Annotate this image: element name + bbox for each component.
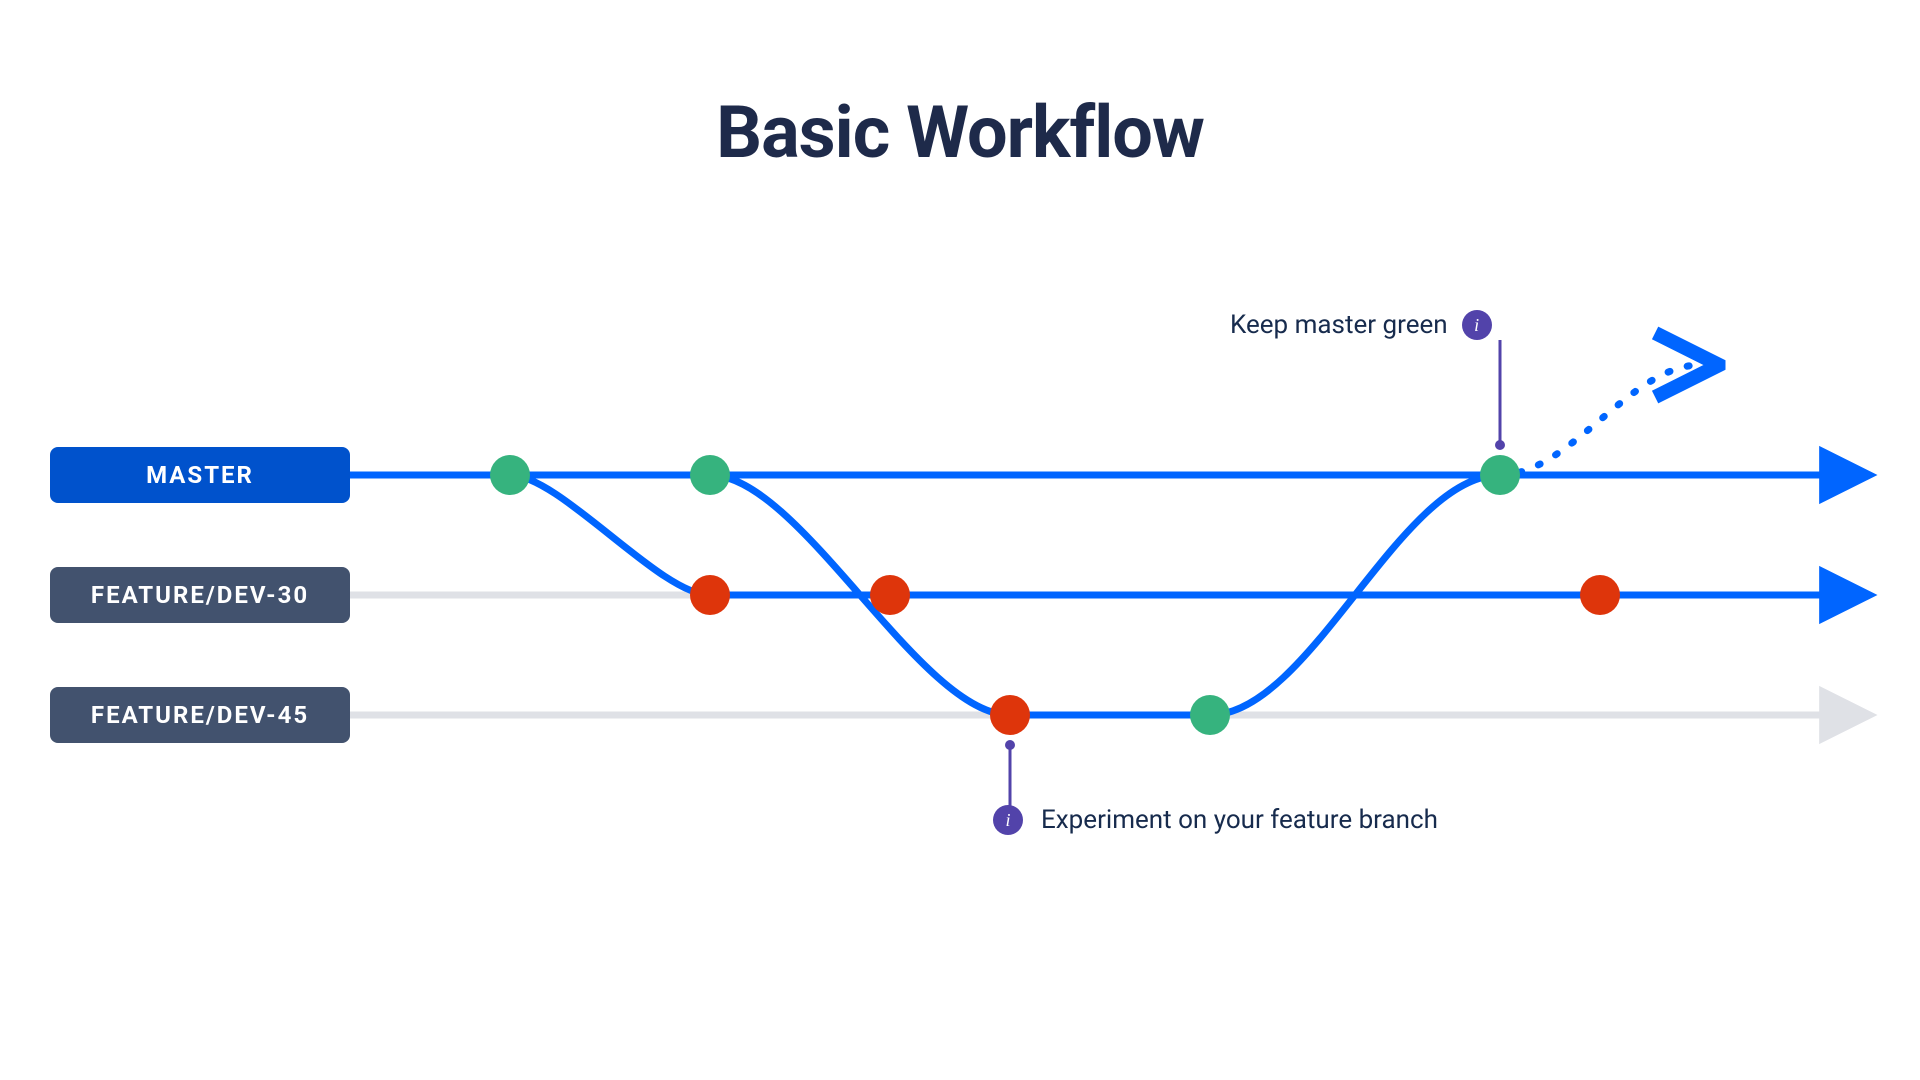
dotted-new-branch — [1500, 365, 1700, 475]
diagram-stage: MASTER FEATURE/DEV-30 FEATURE/DEV-45 — [0, 175, 1920, 1075]
commit-master-1 — [490, 455, 530, 495]
commit-f30-3 — [1580, 575, 1620, 615]
annot-bottom-dot — [1005, 740, 1015, 750]
branch-master-to-f30 — [510, 475, 710, 595]
commit-master-merge — [1480, 455, 1520, 495]
annotation-bottom: i Experiment on your feature branch — [993, 805, 1438, 835]
page-title: Basic Workflow — [0, 0, 1920, 175]
commit-f30-2 — [870, 575, 910, 615]
commit-f30-1 — [690, 575, 730, 615]
commit-f45-2 — [1190, 695, 1230, 735]
annotation-top-text: Keep master green — [1230, 310, 1448, 340]
git-graph — [0, 175, 1920, 1075]
info-icon: i — [993, 805, 1023, 835]
annot-top-dot — [1495, 440, 1505, 450]
commit-master-2 — [690, 455, 730, 495]
info-icon: i — [1462, 310, 1492, 340]
annotation-bottom-text: Experiment on your feature branch — [1041, 805, 1438, 835]
commit-f45-1 — [990, 695, 1030, 735]
annotation-top: Keep master green i — [1230, 310, 1492, 340]
